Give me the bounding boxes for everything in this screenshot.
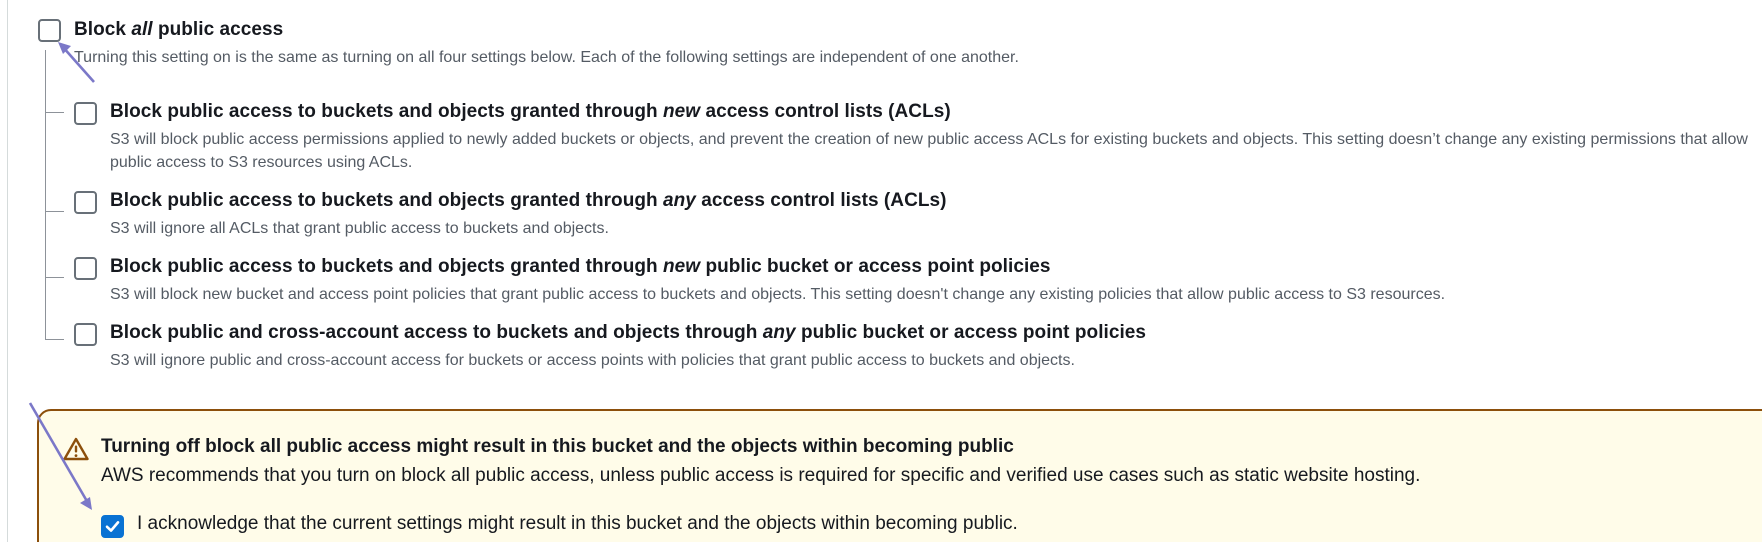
annotation-arrow-icon [28, 402, 92, 510]
annotation-arrow-icon [58, 42, 95, 83]
annotation-arrows [28, 42, 95, 510]
